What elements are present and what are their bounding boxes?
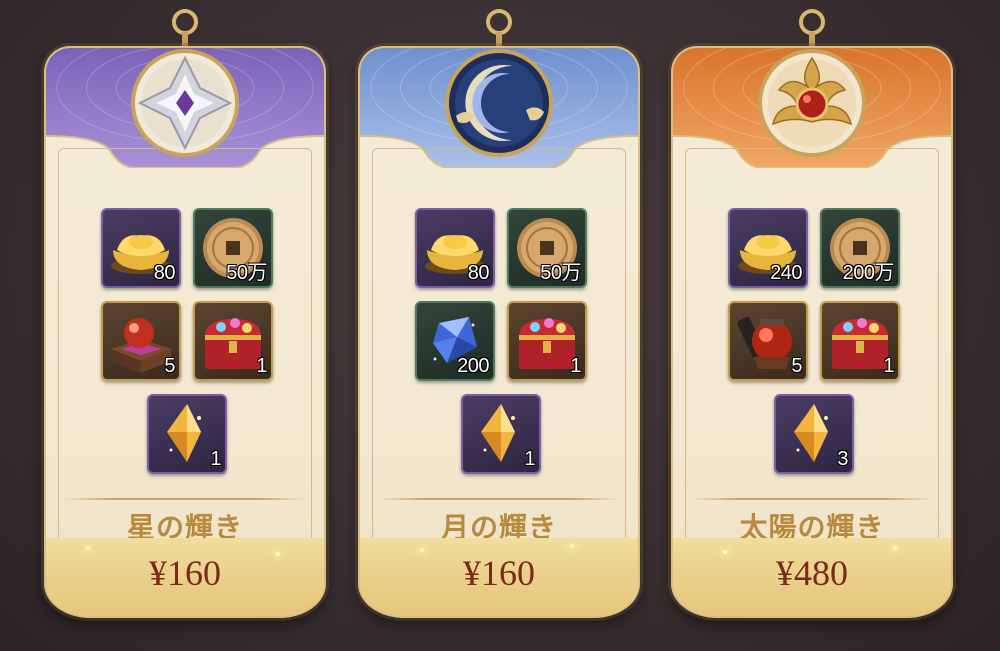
reward-quantity: 200万 [842, 262, 895, 284]
silver-star-emblem-icon [131, 49, 239, 157]
price-label[interactable]: ¥160 [46, 552, 324, 594]
reward-quantity: 200 [457, 355, 489, 377]
reward-quantity: 80 [467, 262, 490, 284]
sun-flame-emblem-icon [758, 49, 866, 157]
reward-quantity: 3 [837, 448, 848, 470]
reward-quantity: 50万 [540, 262, 581, 284]
divider [691, 498, 933, 500]
reward-slot[interactable]: 50万 [507, 208, 587, 288]
inner-frame [685, 148, 939, 546]
reward-slot[interactable]: 240 [728, 208, 808, 288]
reward-slot[interactable]: 1 [147, 394, 227, 474]
reward-quantity: 240 [770, 262, 802, 284]
hanger-hook-icon [172, 9, 198, 48]
reward-quantity: 5 [791, 355, 802, 377]
reward-quantity: 1 [883, 355, 894, 377]
price-label[interactable]: ¥160 [360, 552, 638, 594]
reward-slot[interactable]: 1 [507, 301, 587, 381]
inner-frame [58, 148, 312, 546]
reward-slot[interactable]: 5 [101, 301, 181, 381]
reward-slot[interactable]: 200 [415, 301, 495, 381]
hanger-hook-icon [486, 9, 512, 48]
reward-quantity: 1 [210, 448, 221, 470]
reward-quantity: 5 [164, 355, 175, 377]
reward-quantity: 80 [153, 262, 176, 284]
divider [378, 498, 620, 500]
reward-slot[interactable]: 80 [101, 208, 181, 288]
reward-slot[interactable]: 200万 [820, 208, 900, 288]
reward-slot[interactable]: 1 [820, 301, 900, 381]
pack-card-star[interactable]: 80 50万 5 1 1 星の輝き ¥160 [44, 8, 326, 648]
pack-card-moon[interactable]: 80 50万 200 1 1 月の輝き ¥160 [358, 8, 640, 648]
reward-slot[interactable]: 5 [728, 301, 808, 381]
reward-quantity: 1 [570, 355, 581, 377]
reward-quantity: 1 [256, 355, 267, 377]
reward-slot[interactable]: 1 [193, 301, 273, 381]
inner-frame [372, 148, 626, 546]
divider [64, 498, 306, 500]
hanger-hook-icon [799, 9, 825, 48]
reward-slot[interactable]: 80 [415, 208, 495, 288]
pack-card-sun[interactable]: 240 200万 5 1 3 太陽の輝き ¥480 [671, 8, 953, 648]
reward-quantity: 50万 [226, 262, 267, 284]
reward-slot[interactable]: 1 [461, 394, 541, 474]
price-label[interactable]: ¥480 [673, 552, 951, 594]
reward-slot[interactable]: 3 [774, 394, 854, 474]
crescent-moon-emblem-icon [445, 49, 553, 157]
reward-quantity: 1 [524, 448, 535, 470]
reward-slot[interactable]: 50万 [193, 208, 273, 288]
